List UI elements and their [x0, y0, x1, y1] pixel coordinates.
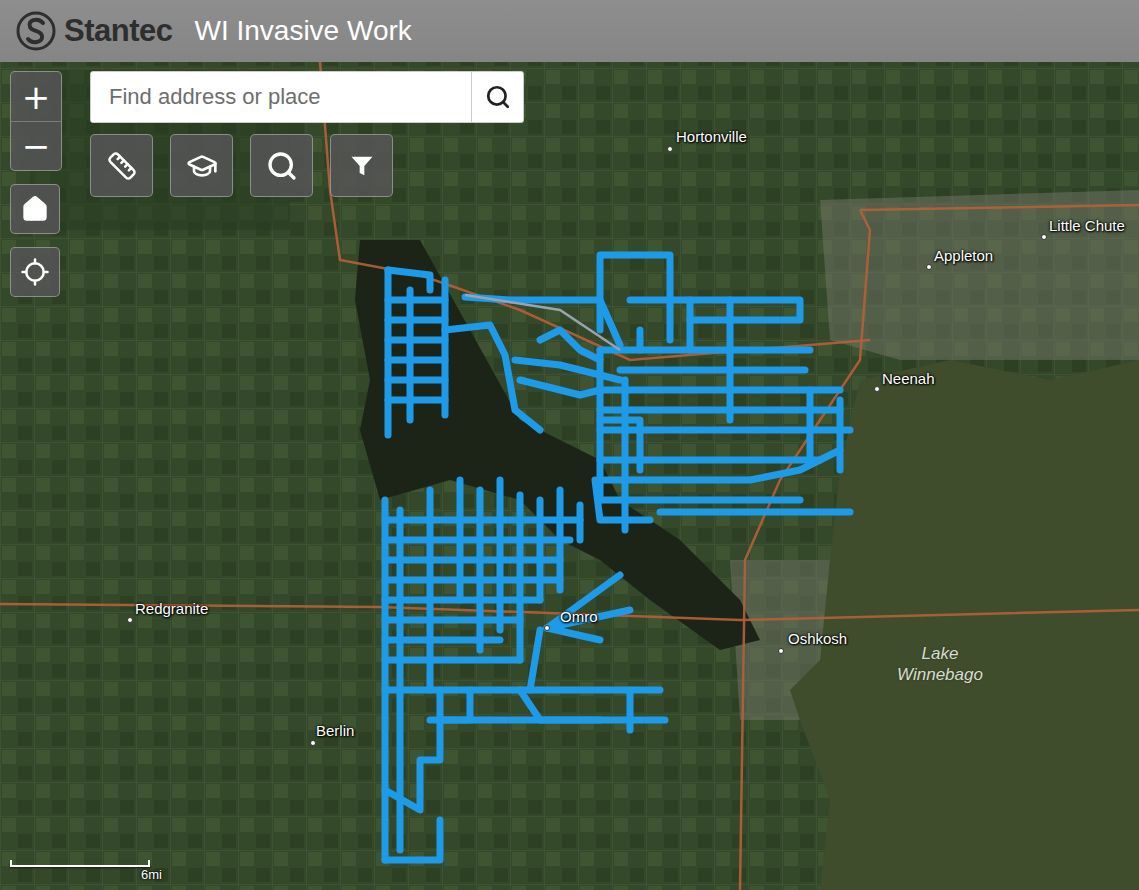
work-route[interactable] [385, 270, 392, 435]
work-route[interactable] [457, 480, 464, 600]
work-route[interactable] [382, 500, 389, 860]
work-route[interactable] [385, 820, 440, 860]
scale-line [10, 860, 150, 867]
work-route[interactable] [620, 367, 805, 374]
work-route[interactable] [385, 690, 440, 810]
header: Stantec WI Invasive Work [0, 0, 1139, 62]
work-route[interactable] [517, 495, 524, 660]
work-route[interactable] [497, 480, 504, 630]
toolbar [90, 134, 524, 197]
place-dot [667, 146, 673, 152]
work-route[interactable] [557, 490, 564, 590]
work-route[interactable] [547, 575, 620, 628]
zoom-in-button[interactable]: + [11, 72, 61, 121]
work-route[interactable] [430, 690, 470, 720]
stantec-logo-icon [16, 11, 56, 51]
filter-icon [348, 152, 376, 180]
measure-button[interactable] [90, 134, 153, 197]
place-dot [874, 386, 880, 392]
place-name: Omro [560, 608, 598, 625]
work-route[interactable] [600, 407, 840, 414]
scale-label: 6mi [10, 867, 162, 882]
work-route[interactable] [477, 490, 484, 650]
work-route[interactable] [600, 497, 800, 504]
work-route[interactable] [597, 350, 604, 500]
place-name: Little Chute [1049, 217, 1125, 234]
search-input[interactable] [91, 72, 471, 122]
zoom-out-button[interactable]: − [11, 121, 61, 170]
work-route[interactable] [600, 420, 640, 470]
work-route[interactable] [687, 300, 694, 350]
work-route[interactable] [388, 337, 445, 344]
work-route[interactable] [547, 628, 600, 640]
graduation-cap-icon [186, 150, 218, 182]
search-button[interactable] [471, 72, 523, 122]
magnifier-icon [266, 150, 298, 182]
place-name: Oshkosh [788, 630, 847, 647]
place-dot [544, 625, 550, 631]
work-route[interactable] [837, 400, 844, 470]
place-name: Hortonville [676, 128, 747, 145]
work-route[interactable] [388, 297, 445, 304]
place-name: Appleton [934, 247, 993, 264]
work-route[interactable] [388, 317, 445, 324]
logo-text: Stantec [64, 13, 172, 49]
work-route[interactable] [515, 360, 620, 380]
work-route[interactable] [600, 387, 840, 394]
place-dot [127, 617, 133, 623]
search-icon [485, 84, 511, 110]
home-button[interactable] [10, 184, 60, 234]
app: Stantec WI Invasive Work Hortonville Applet… [0, 0, 1139, 890]
place-dot [778, 648, 784, 654]
work-route[interactable] [660, 509, 850, 516]
work-route[interactable] [530, 630, 540, 690]
legend-button[interactable] [170, 134, 233, 197]
map[interactable]: Hortonville Appleton Little Chute Neenah Red… [0, 62, 1139, 890]
logo: Stantec [16, 11, 172, 51]
map-controls: +− [10, 71, 524, 297]
work-route[interactable] [595, 480, 650, 520]
place-name: Redgranite [135, 600, 208, 617]
filter-button[interactable] [330, 134, 393, 197]
app-title: WI Invasive Work [194, 15, 411, 47]
place-dot [926, 264, 932, 270]
scale-bar: 6mi [10, 860, 150, 882]
work-route[interactable] [600, 347, 810, 354]
zoom-control: +− [10, 71, 62, 171]
work-route[interactable] [540, 330, 600, 360]
place-dot [310, 740, 316, 746]
work-route[interactable] [385, 557, 560, 564]
search-box [90, 71, 524, 123]
work-route[interactable] [520, 380, 600, 395]
place-name: Berlin [316, 722, 354, 739]
work-route[interactable] [600, 457, 820, 464]
work-route[interactable] [622, 380, 629, 530]
ruler-icon [107, 151, 137, 181]
work-route[interactable] [385, 657, 520, 664]
tool-controls [90, 71, 524, 297]
work-route[interactable] [727, 300, 734, 420]
locate-button[interactable] [10, 247, 60, 297]
work-route[interactable] [630, 300, 800, 320]
work-route[interactable] [385, 577, 560, 584]
work-route[interactable] [627, 690, 634, 730]
work-route[interactable] [388, 397, 445, 404]
work-route[interactable] [537, 500, 544, 600]
work-route[interactable] [600, 450, 840, 480]
query-button[interactable] [250, 134, 313, 197]
work-route[interactable] [388, 377, 445, 384]
locate-icon [20, 257, 50, 287]
home-icon [21, 195, 49, 223]
work-route[interactable] [445, 325, 540, 430]
work-route[interactable] [520, 690, 600, 720]
work-route[interactable] [427, 490, 434, 690]
water-label: Lake Winnebago [890, 643, 990, 685]
place-dot [1041, 234, 1047, 240]
work-route[interactable] [388, 357, 445, 364]
nav-controls: +− [10, 71, 62, 297]
work-route[interactable] [577, 505, 584, 540]
place-name: Neenah [882, 370, 935, 387]
work-route[interactable] [807, 390, 814, 460]
